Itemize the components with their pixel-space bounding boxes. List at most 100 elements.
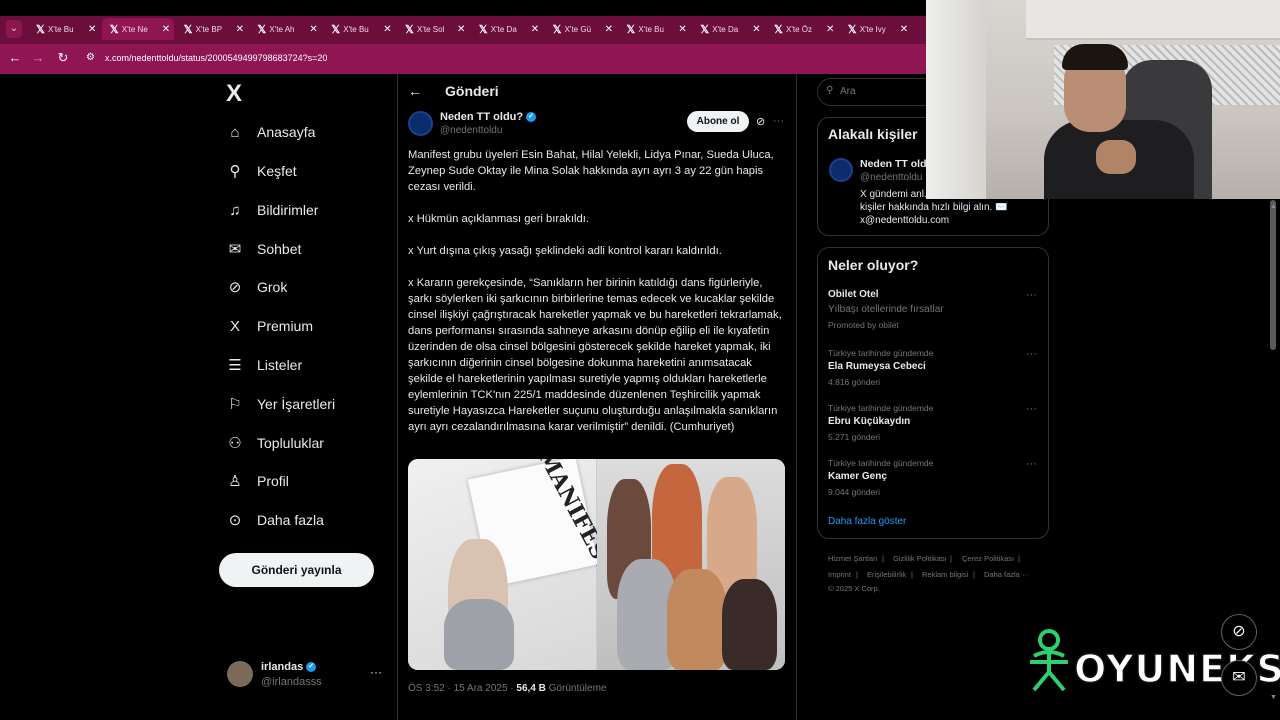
tab-close-icon[interactable]: ✕ <box>309 24 317 35</box>
nav-item-6[interactable]: ☰ Listeler <box>226 350 302 380</box>
verified-badge-icon: ✓ <box>306 662 317 673</box>
subscribe-button[interactable]: Abone ol <box>687 111 749 132</box>
browser-tab[interactable]: 𝕏 X'te Bu ✕ <box>323 18 395 40</box>
footer-link[interactable]: Erişilebilirlik <box>867 570 906 579</box>
footer-separator: | <box>1018 554 1020 563</box>
nav-item-2[interactable]: ♫ Bildirimler <box>226 195 318 225</box>
footer-separator: | <box>856 570 858 579</box>
related-name[interactable]: Neden TT old... <box>860 158 935 170</box>
bookmark-icon: ⚐ <box>228 396 242 413</box>
tab-close-icon[interactable]: ✕ <box>531 24 539 35</box>
fridge <box>926 0 986 199</box>
trend-title[interactable]: Obilet Otel <box>828 289 879 300</box>
browser-tab[interactable]: 𝕏 X'te Ivy ✕ <box>840 18 912 40</box>
post-button[interactable]: Gönderi yayınla <box>219 553 374 587</box>
nav-item-10[interactable]: ⊙ Daha fazla <box>226 505 324 535</box>
tab-title: X'te Da <box>490 24 517 34</box>
tab-close-icon[interactable]: ✕ <box>826 24 834 35</box>
nav-item-8[interactable]: ⚇ Topluluklar <box>226 428 324 458</box>
tab-title: X'te BP <box>195 24 223 34</box>
tab-close-icon[interactable]: ✕ <box>900 24 908 35</box>
trend-count: Promoted by obilet <box>828 320 899 330</box>
browser-tab[interactable]: 𝕏 X'te Da ✕ <box>692 18 764 40</box>
messages-fab-icon[interactable]: ✉ <box>1221 660 1257 696</box>
browser-tab[interactable]: 𝕏 X'te Ah ✕ <box>249 18 321 40</box>
browser-tab[interactable]: 𝕏 X'te Da ✕ <box>471 18 543 40</box>
footer-link[interactable]: © 2025 X Corp. <box>828 584 880 593</box>
x-favicon-icon: 𝕏 <box>331 23 341 36</box>
browser-tab[interactable]: 𝕏 X'te Gü ✕ <box>545 18 617 40</box>
media-photo-right[interactable] <box>597 459 785 670</box>
browser-back-icon[interactable]: ← <box>7 50 23 65</box>
tab-close-icon[interactable]: ✕ <box>752 24 760 35</box>
scroll-down-icon[interactable]: ▼ <box>1270 694 1277 701</box>
bell-icon: ♫ <box>229 201 241 219</box>
avatar[interactable] <box>227 661 253 687</box>
trend-more-icon[interactable]: ··· <box>1026 458 1037 470</box>
nav-item-label: Topluluklar <box>257 435 324 451</box>
related-title: Alakalı kişiler <box>828 126 918 142</box>
communities-icon: ⚇ <box>228 435 242 452</box>
trend-title[interactable]: Kamer Genç <box>828 471 887 482</box>
trend-title[interactable]: Ebru Küçükaydın <box>828 416 910 427</box>
browser-tab[interactable]: 𝕏 X'te Bu ✕ <box>618 18 690 40</box>
nav-item-9[interactable]: ♙ Profil <box>226 466 289 496</box>
post-time[interactable]: ÖS 3:52 · 15 Ara 2025 · <box>408 683 514 694</box>
trend-more-icon[interactable]: ··· <box>1026 348 1037 360</box>
footer-link[interactable]: Çerez Politikası <box>962 554 1014 563</box>
nav-item-1[interactable]: ⚲ Keşfet <box>226 156 297 186</box>
site-info-icon[interactable]: ⚙ <box>86 52 95 63</box>
grok-fab-icon[interactable]: ⊘ <box>1221 614 1257 650</box>
show-more-link[interactable]: Daha fazla göster <box>828 516 906 527</box>
footer-link[interactable]: Daha fazla ··· <box>984 570 1029 579</box>
nav-item-label: Keşfet <box>257 163 297 179</box>
browser-tab[interactable]: 𝕏 X'te BP ✕ <box>176 18 248 40</box>
footer-link[interactable]: Imprint <box>828 570 851 579</box>
trend-more-icon[interactable]: ··· <box>1026 289 1037 301</box>
tab-close-icon[interactable]: ✕ <box>457 24 465 35</box>
url-text[interactable]: x.com/nedenttoldu/status/200054949979868… <box>105 53 327 63</box>
tab-close-icon[interactable]: ✕ <box>236 24 244 35</box>
browser-forward-icon[interactable]: → <box>30 50 46 65</box>
x-favicon-icon: 𝕏 <box>847 23 857 36</box>
browser-tab[interactable]: 𝕏 X'te Ne ✕ <box>101 18 174 40</box>
footer-link[interactable]: Gizlilik Politikası <box>893 554 947 563</box>
related-avatar[interactable] <box>829 158 853 182</box>
back-arrow-icon[interactable]: ← <box>408 83 422 99</box>
tab-close-icon[interactable]: ✕ <box>88 24 96 35</box>
nav-item-4[interactable]: ⊘ Grok <box>226 272 288 302</box>
author-avatar[interactable] <box>408 111 433 136</box>
reload-icon[interactable]: ↻ <box>55 50 71 66</box>
tab-close-icon[interactable]: ✕ <box>678 24 686 35</box>
account-more-icon[interactable]: ··· <box>370 665 382 679</box>
tab-close-icon[interactable]: ✕ <box>162 24 170 35</box>
trend-title[interactable]: Ela Rumeysa Cebeci <box>828 361 926 372</box>
nav-item-5[interactable]: X Premium <box>226 311 313 341</box>
grok-icon[interactable]: ⊘ <box>756 115 765 128</box>
x-logo-icon[interactable]: X <box>226 80 242 108</box>
tab-close-icon[interactable]: ✕ <box>383 24 391 35</box>
footer-link[interactable]: Hizmet Şartları <box>828 554 878 563</box>
tab-title: X'te Da <box>712 24 739 34</box>
nav-item-7[interactable]: ⚐ Yer İşaretleri <box>226 389 335 419</box>
nav-item-3[interactable]: ✉ Sohbet <box>226 234 302 264</box>
profile-icon: ♙ <box>228 473 242 490</box>
divider <box>397 74 398 720</box>
person-figure <box>722 579 777 670</box>
browser-tab[interactable]: 𝕏 X'te Bu ✕ <box>28 18 100 40</box>
author-handle[interactable]: @nedenttoldu <box>440 125 502 136</box>
browser-tab[interactable]: 𝕏 X'te Sol ✕ <box>397 18 469 40</box>
browser-tab[interactable]: 𝕏 X'te Öz ✕ <box>766 18 838 40</box>
tab-search-chevron-icon[interactable]: ⌄ <box>6 20 22 38</box>
post-media[interactable]: MANIFEST <box>408 459 785 670</box>
account-name[interactable]: irlandas ✓ <box>261 661 317 673</box>
scrollbar[interactable] <box>1270 200 1276 350</box>
scroll-up-icon[interactable]: ▲ <box>1270 203 1277 210</box>
nav-item-0[interactable]: ⌂ Anasayfa <box>226 117 315 147</box>
footer-link[interactable]: Reklam bilgisi <box>922 570 968 579</box>
post-more-icon[interactable]: ··· <box>773 115 784 127</box>
author-name[interactable]: Neden TT oldu? ✓ <box>440 111 537 123</box>
tab-close-icon[interactable]: ✕ <box>605 24 613 35</box>
media-photo-left[interactable]: MANIFEST <box>408 459 620 670</box>
trend-more-icon[interactable]: ··· <box>1026 403 1037 415</box>
